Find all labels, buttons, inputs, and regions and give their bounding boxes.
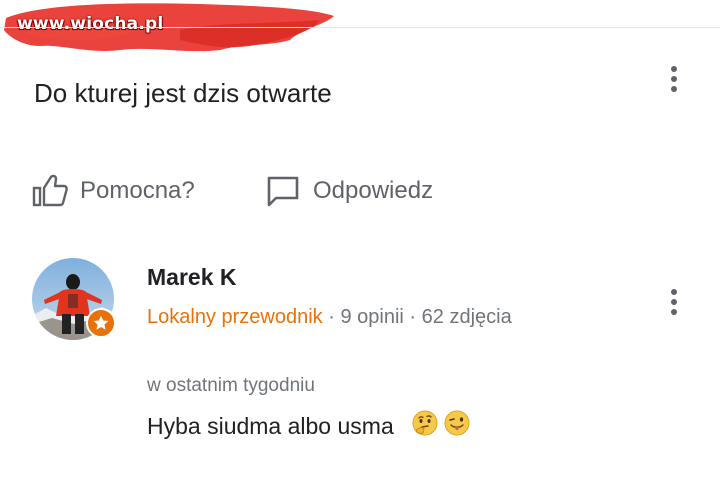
winking-tongue-face-icon bbox=[444, 410, 470, 442]
review-count: 9 opinii bbox=[340, 306, 404, 328]
question-text: Do kturej jest dzis otwarte bbox=[34, 78, 332, 108]
more-vert-icon[interactable] bbox=[670, 289, 678, 319]
helpful-button[interactable]: Pomocna? bbox=[32, 174, 195, 208]
more-vert-icon[interactable] bbox=[670, 66, 678, 96]
reply-label: Odpowiedz bbox=[313, 177, 434, 204]
divider bbox=[0, 27, 720, 28]
answer-time: w ostatnim tygodniu bbox=[147, 375, 315, 396]
answer-body: Hyba siudma albo usma bbox=[147, 410, 470, 442]
meta-separator: · bbox=[409, 306, 417, 328]
answer-text: Hyba siudma albo usma bbox=[147, 412, 394, 439]
watermark: www.wiocha.pl bbox=[0, 0, 340, 58]
star-icon bbox=[93, 315, 109, 330]
meta-separator: · bbox=[328, 306, 335, 328]
local-guide-label: Lokalny przewodnik bbox=[147, 306, 323, 328]
watermark-text: www.wiocha.pl bbox=[17, 14, 164, 34]
thinking-face-icon bbox=[412, 410, 438, 442]
helpful-label: Pomocna? bbox=[80, 177, 195, 204]
thumb-up-icon bbox=[32, 174, 68, 207]
photo-count: 62 zdjęcia bbox=[421, 306, 512, 328]
author-meta: Lokalny przewodnik · 9 opinii · 62 zdjęc… bbox=[147, 306, 512, 329]
reply-button[interactable]: Odpowiedz bbox=[266, 174, 433, 208]
avatar[interactable] bbox=[32, 258, 116, 340]
local-guide-badge bbox=[86, 308, 116, 338]
comment-icon bbox=[267, 176, 299, 207]
author-name[interactable]: Marek K bbox=[147, 264, 236, 291]
